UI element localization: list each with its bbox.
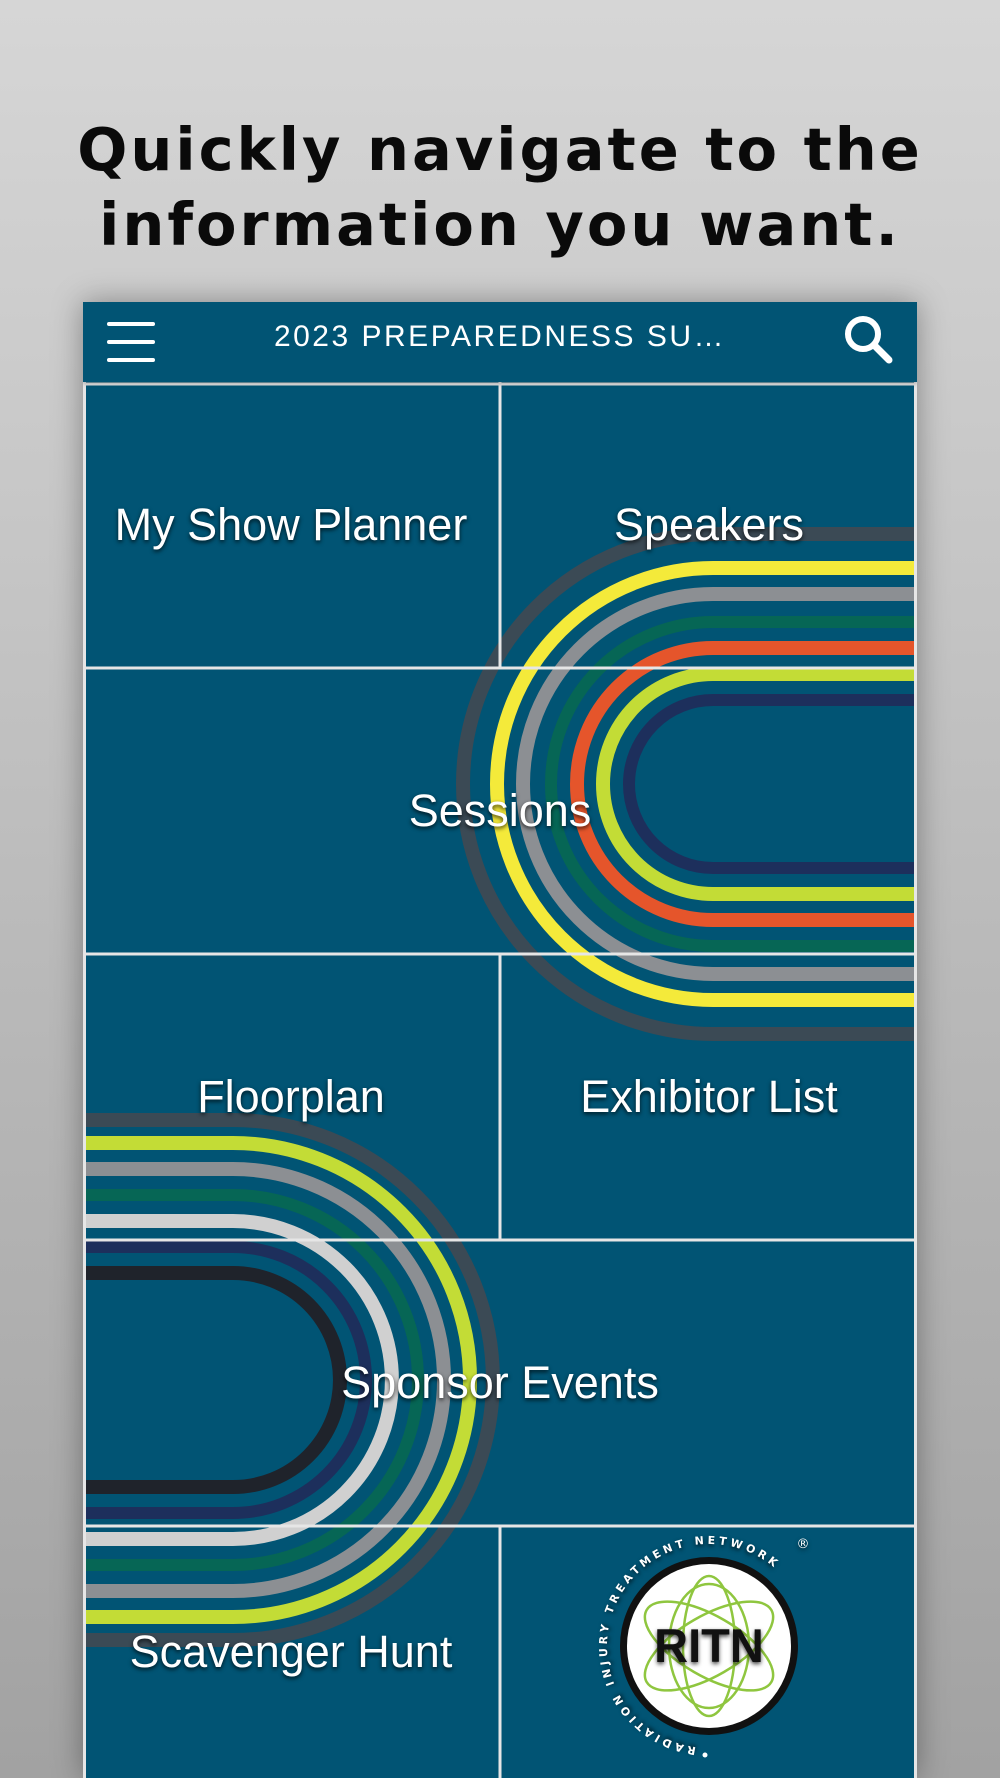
tile-speakers-label: Speakers	[613, 499, 805, 550]
tile-sponsor-events[interactable]: Sponsor Events	[83, 1240, 917, 1526]
promo-headline-line-2: information you want.	[99, 190, 901, 259]
tile-sessions-label: Sessions	[408, 785, 592, 836]
tile-scavenger-hunt-label: Scavenger Hunt	[129, 1626, 453, 1677]
app-screen: 2023 PREPAREDNESS SU… My Show Planner Sp…	[83, 302, 917, 1778]
tile-scavenger-hunt[interactable]: Scavenger Hunt	[83, 1526, 499, 1778]
tile-sponsor-events-label: Sponsor Events	[341, 1357, 659, 1408]
tile-sessions[interactable]: Sessions	[83, 668, 917, 954]
tile-ritn-logo[interactable]: RADIATION INJURY TREATMENT NETWORK ® RIT…	[501, 1526, 917, 1778]
logo-wordmark: RITN	[654, 1619, 764, 1672]
tile-floorplan-label: Floorplan	[197, 1071, 385, 1122]
ritn-logo: RADIATION INJURY TREATMENT NETWORK ® RIT…	[597, 1534, 810, 1758]
tile-speakers[interactable]: Speakers	[501, 382, 917, 668]
hamburger-menu-icon[interactable]	[107, 320, 157, 364]
tile-my-show-planner[interactable]: My Show Planner	[83, 382, 499, 668]
app-title: 2023 PREPAREDNESS SU…	[273, 320, 727, 353]
tile-exhibitor-list-label: Exhibitor List	[580, 1071, 838, 1122]
tile-exhibitor-list[interactable]: Exhibitor List	[501, 954, 917, 1240]
promo-headline-line-1: Quickly navigate to the	[77, 115, 923, 184]
app-bar: 2023 PREPAREDNESS SU…	[83, 302, 917, 382]
tile-grid: My Show Planner Speakers Sessions Floorp…	[83, 382, 917, 1778]
tile-my-show-planner-label: My Show Planner	[114, 499, 468, 550]
promo-headline: Quickly navigate to the information you …	[0, 112, 1000, 262]
search-icon[interactable]	[841, 312, 897, 368]
tile-floorplan[interactable]: Floorplan	[83, 954, 499, 1240]
registered-mark: ®	[797, 1537, 810, 1552]
